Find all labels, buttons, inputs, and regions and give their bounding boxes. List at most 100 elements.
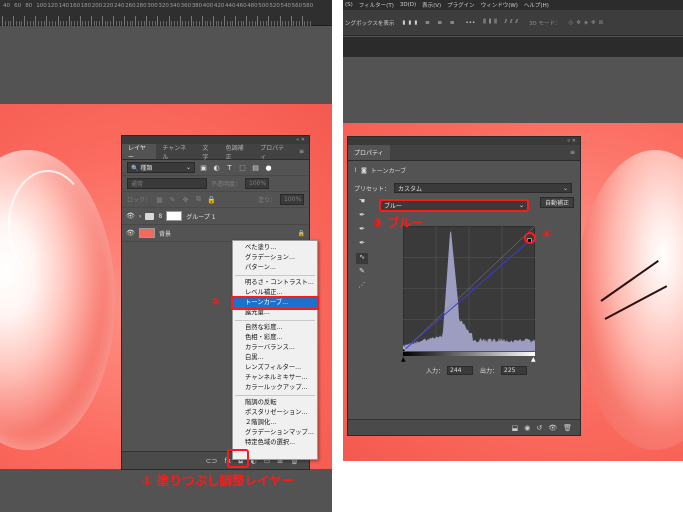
ruler-minor-tick bbox=[185, 21, 186, 26]
ruler-minor-tick bbox=[205, 21, 206, 26]
input-field[interactable]: 244 bbox=[447, 366, 473, 375]
layer-row-group[interactable]: 👁 › 8 グループ 1 bbox=[122, 208, 309, 225]
ruler-minor-tick bbox=[49, 21, 50, 26]
ruler-minor-tick bbox=[85, 21, 86, 26]
menu-item[interactable]: チャンネルミキサー... bbox=[233, 373, 317, 383]
smooth-icon[interactable]: ⋰ bbox=[356, 281, 368, 292]
tab-type[interactable]: 文字 bbox=[196, 144, 219, 159]
menu-item[interactable]: ２階調化... bbox=[233, 418, 317, 428]
white-eyedropper-icon[interactable]: ✒ bbox=[356, 239, 368, 250]
eye-icon[interactable]: 👁 bbox=[126, 212, 135, 220]
menu-item[interactable]: ヘルプ(H) bbox=[524, 1, 549, 9]
ruler-minor-tick bbox=[77, 21, 78, 26]
lock-position-icon[interactable]: ✥ bbox=[181, 195, 190, 204]
curve-point-tool-icon[interactable]: ∿ bbox=[356, 253, 368, 264]
channel-select[interactable]: ブルー ⌄ bbox=[379, 199, 529, 212]
chain-icon: 8 bbox=[158, 213, 162, 220]
gray-eyedropper-icon[interactable]: ✒ bbox=[356, 225, 368, 236]
opacity-field[interactable]: 100% bbox=[245, 178, 269, 189]
view-previous-icon[interactable]: ◉ bbox=[524, 424, 530, 432]
pencil-icon[interactable]: ✎ bbox=[356, 267, 368, 278]
more-icon[interactable]: ••• bbox=[466, 20, 476, 26]
shape-filter-icon[interactable]: ⬚ bbox=[238, 163, 247, 172]
menu-item[interactable]: カラーバランス... bbox=[233, 343, 317, 353]
blend-mode-select[interactable]: 通常 bbox=[127, 178, 207, 189]
show-transform-controls-label[interactable]: ングボックスを表示 bbox=[345, 19, 394, 27]
output-field[interactable]: 225 bbox=[501, 366, 527, 375]
link-icon[interactable]: ⊂⊃ bbox=[206, 457, 218, 465]
menu-item[interactable]: べた塗り... bbox=[233, 243, 317, 253]
expand-arrow-icon[interactable]: › bbox=[139, 213, 141, 220]
ruler-minor-tick bbox=[249, 21, 250, 26]
menu-item[interactable]: 白黒... bbox=[233, 353, 317, 363]
filter-kind-value: 種類 bbox=[140, 165, 152, 172]
adjustment-filter-icon[interactable]: ◐ bbox=[212, 163, 221, 172]
tab-adjustments[interactable]: 色調補正 bbox=[220, 144, 255, 159]
tab-properties[interactable]: プロパティ bbox=[254, 144, 294, 159]
eye-icon[interactable]: 👁 bbox=[126, 229, 135, 237]
mask-icon[interactable]: ◙ bbox=[361, 167, 367, 174]
ruler-label: 460 bbox=[236, 3, 247, 9]
adjustment-subtitle: トーンカーブ bbox=[371, 166, 406, 175]
menu-item[interactable]: パターン... bbox=[233, 263, 317, 273]
panel-collapse-bar[interactable]: « ✕ bbox=[348, 137, 580, 145]
bulb-highlight bbox=[8, 170, 88, 280]
menu-item[interactable]: レベル補正... bbox=[233, 288, 317, 298]
ruler-label: 220 bbox=[103, 3, 114, 9]
menu-item[interactable]: 表示(V) bbox=[422, 1, 441, 9]
curve-control-point[interactable] bbox=[403, 349, 405, 351]
trash-icon[interactable]: 🗑 bbox=[563, 424, 572, 432]
curve-graph[interactable] bbox=[403, 226, 535, 351]
menu-item[interactable]: 色相・彩度... bbox=[233, 333, 317, 343]
menu-separator bbox=[235, 320, 315, 321]
menu-item[interactable]: レンズフィルター... bbox=[233, 363, 317, 373]
target-adjust-icon[interactable]: ☚ bbox=[356, 197, 368, 208]
menu-item[interactable]: プラグイン bbox=[447, 1, 475, 9]
type-filter-icon[interactable]: T bbox=[225, 163, 234, 172]
white-point-slider-icon[interactable]: ▲ bbox=[531, 356, 536, 363]
distribute-icon[interactable]: ⫼⫼⫼ ⫽⫽⫽ bbox=[483, 19, 521, 26]
menu-item[interactable]: フィルター(T) bbox=[359, 1, 394, 9]
preset-select[interactable]: カスタム ⌄ bbox=[394, 183, 572, 193]
fill-field[interactable]: 100% bbox=[280, 194, 304, 205]
ruler-minor-tick bbox=[138, 21, 139, 26]
menu-item[interactable]: 階調の反転 bbox=[233, 398, 317, 408]
chevron-down-icon: ⌄ bbox=[519, 202, 524, 209]
lock-all-icon[interactable]: 🔒 bbox=[207, 195, 216, 204]
visibility-icon[interactable]: 👁 bbox=[548, 424, 557, 432]
menu-item[interactable]: グラデーション... bbox=[233, 253, 317, 263]
menu-item[interactable]: 特定色域の選択... bbox=[233, 438, 317, 448]
menu-item[interactable]: 3D(D) bbox=[400, 2, 416, 8]
lock-pixels-icon[interactable]: ✎ bbox=[168, 195, 177, 204]
menu-item[interactable]: 露光量... bbox=[233, 308, 317, 318]
filter-toggle-icon[interactable]: ● bbox=[264, 163, 273, 172]
layer-mask-thumbnail[interactable] bbox=[166, 211, 182, 221]
black-eyedropper-icon[interactable]: ✒ bbox=[356, 211, 368, 222]
clip-to-layer-icon[interactable]: ⬓ bbox=[512, 424, 519, 432]
ruler-minor-tick bbox=[310, 21, 311, 26]
filter-kind-select[interactable]: 🔍 種類 ⌄ bbox=[127, 162, 195, 173]
menu-item[interactable]: 明るさ・コントラスト... bbox=[233, 278, 317, 288]
step-1-label: ① 塗りつぶし調整レイヤー bbox=[142, 470, 294, 489]
menu-item-curves[interactable]: トーンカーブ... bbox=[233, 298, 317, 308]
menu-item[interactable]: グラデーションマップ... bbox=[233, 428, 317, 438]
tab-channels[interactable]: チャンネル bbox=[156, 144, 196, 159]
menu-item[interactable]: ウィンドウ(W) bbox=[481, 1, 518, 9]
tab-properties[interactable]: プロパティ bbox=[348, 145, 390, 160]
ruler-label: 160 bbox=[70, 3, 81, 9]
tab-layers[interactable]: レイヤー bbox=[122, 144, 156, 159]
lock-artboard-icon[interactable]: ⧉ bbox=[194, 195, 203, 204]
menu-item[interactable]: 自然な彩度... bbox=[233, 323, 317, 333]
menu-item[interactable]: (S) bbox=[345, 2, 353, 8]
reset-icon[interactable]: ↺ bbox=[536, 424, 542, 432]
menu-item[interactable]: ポスタリゼーション... bbox=[233, 408, 317, 418]
smart-object-filter-icon[interactable]: ▤ bbox=[251, 163, 260, 172]
panel-menu-icon[interactable]: ≡ bbox=[565, 145, 580, 160]
image-filter-icon[interactable]: ▣ bbox=[199, 163, 208, 172]
align-icon[interactable]: ▮▮▮ ≡ ≡ ≡ bbox=[402, 20, 457, 26]
black-point-slider-icon[interactable]: ▲ bbox=[401, 356, 406, 363]
auto-button[interactable]: 自動補正 bbox=[540, 197, 574, 208]
lock-transparent-icon[interactable]: ▦ bbox=[155, 195, 164, 204]
menu-item[interactable]: カラールックアップ... bbox=[233, 383, 317, 393]
panel-menu-icon[interactable]: ≡ bbox=[294, 144, 309, 159]
